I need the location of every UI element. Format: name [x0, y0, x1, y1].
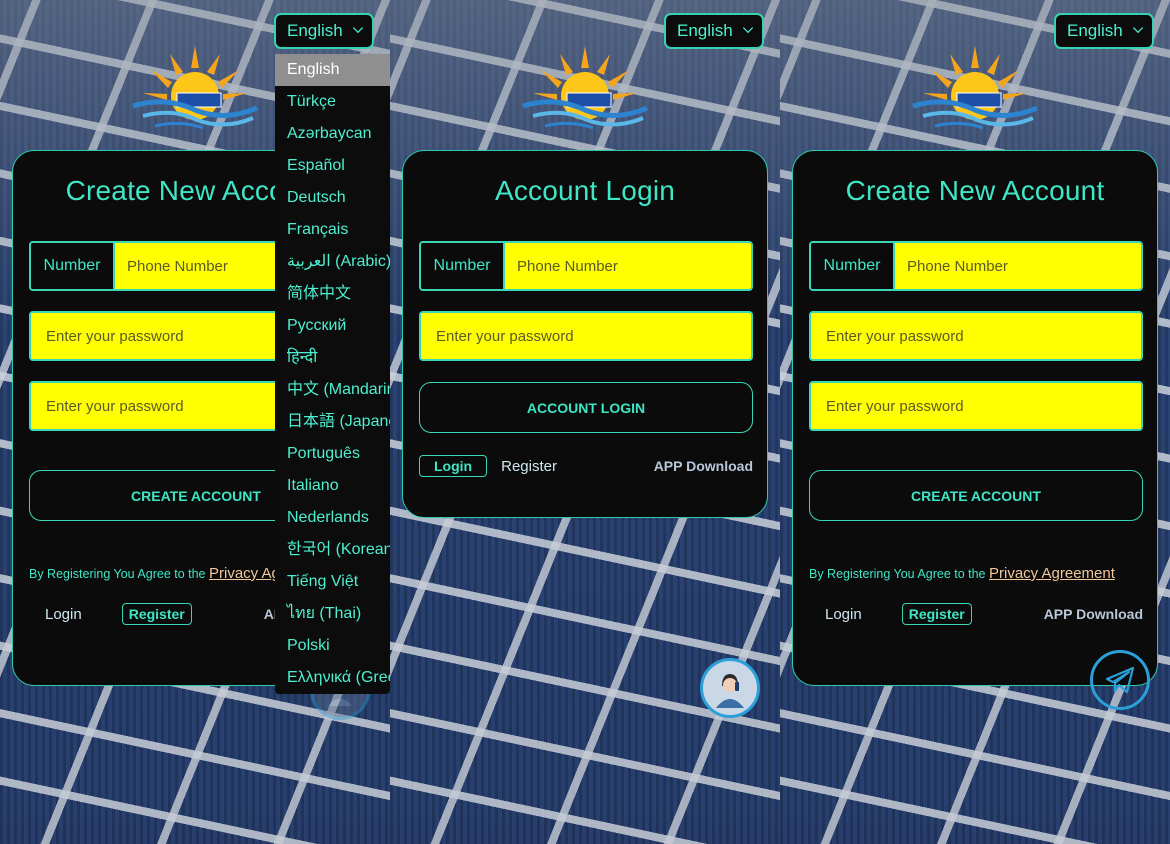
password-input[interactable]	[809, 311, 1143, 361]
create-account-button[interactable]: CREATE ACCOUNT	[809, 470, 1143, 521]
language-option[interactable]: ไทย (Thai)	[275, 598, 390, 630]
language-option[interactable]: English	[275, 54, 390, 86]
number-label: Number	[811, 243, 895, 289]
phone-field-group: Number	[419, 241, 753, 291]
phone-input[interactable]	[895, 243, 1141, 289]
language-select-value: English	[287, 21, 343, 40]
language-option[interactable]: Polski	[275, 630, 390, 662]
register-screen: English Create New Account Number CREATE…	[780, 0, 1170, 844]
language-option[interactable]: Deutsch	[275, 182, 390, 214]
chevron-down-icon	[1132, 22, 1144, 34]
phone-input[interactable]	[505, 243, 751, 289]
language-select[interactable]: English	[664, 13, 764, 49]
telegram-button[interactable]	[1090, 650, 1150, 710]
app-download-link[interactable]: APP Download	[654, 458, 753, 474]
page-title: Account Login	[494, 175, 676, 206]
language-option[interactable]: Nederlands	[275, 502, 390, 534]
language-option[interactable]: Português	[275, 438, 390, 470]
language-option[interactable]: हिन्दी	[275, 342, 390, 374]
page-title: Create New Account	[845, 175, 1105, 206]
language-option[interactable]: Italiano	[275, 470, 390, 502]
register-tab[interactable]: Register	[901, 603, 972, 625]
language-option[interactable]: Español	[275, 150, 390, 182]
language-select[interactable]: English	[274, 13, 374, 49]
phone-field-group: Number	[809, 241, 1143, 291]
language-option[interactable]: Azərbaycan	[275, 118, 390, 150]
language-option[interactable]: 한국어 (Korean)	[275, 534, 390, 566]
login-link[interactable]: Login	[825, 606, 862, 623]
auth-nav: Login Register APP Download	[809, 601, 1143, 627]
sun-solar-logo	[912, 46, 1039, 130]
sun-solar-logo	[522, 46, 649, 130]
language-option[interactable]: Français	[275, 214, 390, 246]
language-option[interactable]: 中文 (Mandarin)	[275, 374, 390, 406]
support-agent-icon	[716, 674, 744, 708]
chevron-down-icon	[352, 22, 364, 34]
number-label: Number	[31, 243, 115, 289]
agreement-prefix: By Registering You Agree to the	[29, 567, 209, 581]
register-link[interactable]: Register	[501, 458, 557, 475]
language-select-value: English	[677, 21, 733, 40]
language-option[interactable]: Tiếng Việt	[275, 566, 390, 598]
app-download-link[interactable]: APP Download	[1044, 606, 1143, 622]
language-select-value: English	[1067, 21, 1123, 40]
login-tab[interactable]: Login	[419, 455, 488, 477]
login-screen: English Account Login Number ACCOUNT LOG…	[390, 0, 780, 844]
number-label: Number	[421, 243, 505, 289]
sun-solar-logo	[132, 46, 259, 130]
auth-nav: Login Register APP Download	[419, 453, 753, 479]
language-select[interactable]: English	[1054, 13, 1154, 49]
language-option[interactable]: Русский	[275, 310, 390, 342]
agreement-prefix: By Registering You Agree to the	[809, 567, 989, 581]
login-link[interactable]: Login	[45, 606, 82, 623]
agreement-text: By Registering You Agree to the Privacy …	[809, 565, 1115, 582]
chevron-down-icon	[742, 22, 754, 34]
account-login-button[interactable]: ACCOUNT LOGIN	[419, 382, 753, 433]
language-option[interactable]: 日本語 (Japanese)	[275, 406, 390, 438]
register-card: Create New Account Number CREATE ACCOUNT…	[792, 150, 1158, 686]
privacy-agreement-link[interactable]: Privacy Agreement	[989, 565, 1115, 582]
language-option[interactable]: 简体中文	[275, 278, 390, 310]
register-tab[interactable]: Register	[121, 603, 192, 625]
password-input[interactable]	[419, 311, 753, 361]
telegram-icon	[1105, 666, 1135, 694]
language-option[interactable]: Türkçe	[275, 86, 390, 118]
language-dropdown-menu: English Türkçe Azərbaycan Español Deutsc…	[275, 54, 390, 694]
language-option[interactable]: Ελληνικά (Greek)	[275, 662, 390, 694]
login-card: Account Login Number ACCOUNT LOGIN Login…	[402, 150, 768, 518]
confirm-password-input[interactable]	[809, 381, 1143, 431]
register-screen-with-dropdown: English Create New Account Number CREATE…	[0, 0, 390, 844]
language-option[interactable]: العربية (Arabic)	[275, 246, 390, 278]
support-chat-button[interactable]	[700, 658, 760, 718]
